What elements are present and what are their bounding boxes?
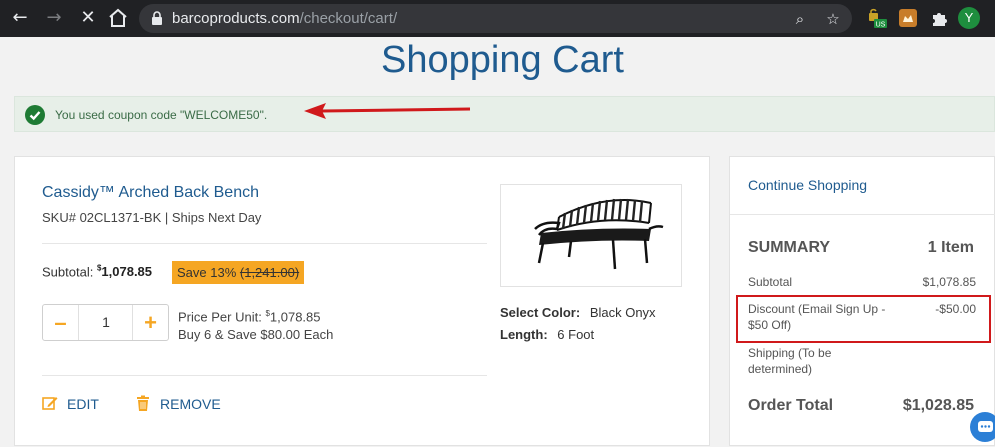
forward-icon[interactable]: →: [42, 6, 66, 30]
price-per-unit-value: 1,078.85: [269, 309, 321, 325]
lock-icon: [152, 11, 162, 25]
summary-subtotal-value: $1,078.85: [922, 275, 976, 289]
summary-item-count: 1 Item: [927, 239, 974, 256]
summary-subtotal-label: Subtotal: [748, 275, 793, 289]
item-subtotal-value: 1,078.85: [101, 264, 153, 280]
summary-heading: SUMMARY: [748, 239, 831, 256]
annotation-arrow-icon: [304, 103, 471, 119]
profile-avatar[interactable]: Y: [958, 7, 980, 29]
browser-toolbar: ← → ✕ barcoproducts.com/checkout/cart/ ⌕…: [0, 0, 995, 37]
length-spec: Length: 6 Foot: [500, 327, 594, 342]
coupon-message: You used coupon code "WELCOME50".: [55, 108, 268, 122]
cart-page: Shopping Cart You used coupon code "WELC…: [0, 37, 995, 446]
savings-badge: Save 13% (1,241.00): [172, 261, 305, 284]
color-spec: Select Color: Black Onyx: [500, 305, 656, 320]
trash-icon: [137, 395, 149, 411]
increase-quantity-button[interactable]: +: [132, 305, 168, 340]
url-text: barcoproducts.com/checkout/cart/: [172, 10, 398, 27]
product-image[interactable]: [500, 184, 682, 287]
order-total-label: Order Total: [748, 397, 834, 414]
summary-discount-value: -$50.00: [935, 302, 976, 316]
edit-label: EDIT: [67, 396, 99, 412]
quantity-input[interactable]: 1: [80, 305, 132, 340]
price-per-unit-label: Price Per Unit:: [178, 309, 262, 325]
check-circle-icon: [25, 105, 45, 125]
sku-line: SKU# 02CL1371-BK | Ships Next Day: [42, 210, 262, 225]
remove-label: REMOVE: [160, 396, 221, 412]
original-price: (1,241.00): [239, 265, 300, 280]
savings-text: Save 13%: [177, 265, 237, 280]
address-bar[interactable]: barcoproducts.com/checkout/cart/ ⌕ ☆: [139, 4, 852, 33]
summary-shipping-label: Shipping (To be determined): [748, 346, 832, 376]
product-name-link[interactable]: Cassidy™ Arched Back Bench: [42, 184, 259, 202]
divider: [730, 214, 995, 215]
coupon-success-banner: You used coupon code "WELCOME50".: [14, 96, 995, 132]
order-total-value: $1,028.85: [902, 397, 974, 414]
extensions-puzzle-icon[interactable]: [928, 7, 950, 29]
edit-button[interactable]: EDIT: [42, 395, 99, 412]
edit-icon: [42, 397, 58, 410]
length-value: 6 Foot: [557, 327, 595, 342]
home-icon[interactable]: [106, 6, 130, 30]
chat-bubble-icon: [978, 421, 993, 432]
extension-badge: US: [876, 22, 886, 29]
item-subtotal: Subtotal: $1,078.85: [42, 264, 152, 279]
divider: [42, 243, 487, 244]
quantity-stepper[interactable]: – 1 +: [42, 304, 169, 341]
summary-discount-label: Discount (Email Sign Up - $50 Off): [748, 302, 886, 332]
decrease-quantity-button[interactable]: –: [43, 305, 79, 340]
item-subtotal-label: Subtotal:: [42, 264, 94, 280]
color-value: Black Onyx: [589, 305, 656, 320]
zoom-search-icon[interactable]: ⌕: [790, 9, 810, 29]
vpn-extension-icon[interactable]: US: [866, 7, 888, 29]
page-title: Shopping Cart: [381, 39, 624, 81]
cart-item-card: Cassidy™ Arched Back Bench SKU# 02CL1371…: [14, 156, 710, 446]
bulk-offer: Buy 6 & Save $80.00 Each: [178, 327, 334, 343]
remove-button[interactable]: REMOVE: [135, 395, 221, 412]
color-label: Select Color:: [500, 305, 581, 320]
camel-extension-icon[interactable]: [897, 7, 919, 29]
stop-loading-icon[interactable]: ✕: [76, 6, 100, 30]
chat-widget-button[interactable]: [970, 412, 995, 442]
bookmark-star-icon[interactable]: ☆: [823, 9, 843, 29]
price-per-unit-info: Price Per Unit: $1,078.85 Buy 6 & Save $…: [178, 305, 333, 344]
bench-image: [534, 198, 664, 270]
back-icon[interactable]: ←: [8, 6, 32, 30]
continue-shopping-link[interactable]: Continue Shopping: [748, 177, 867, 193]
length-label: Length:: [500, 327, 548, 342]
divider: [42, 375, 487, 376]
order-summary-panel: Continue Shopping SUMMARY 1 Item Subtota…: [729, 156, 995, 446]
